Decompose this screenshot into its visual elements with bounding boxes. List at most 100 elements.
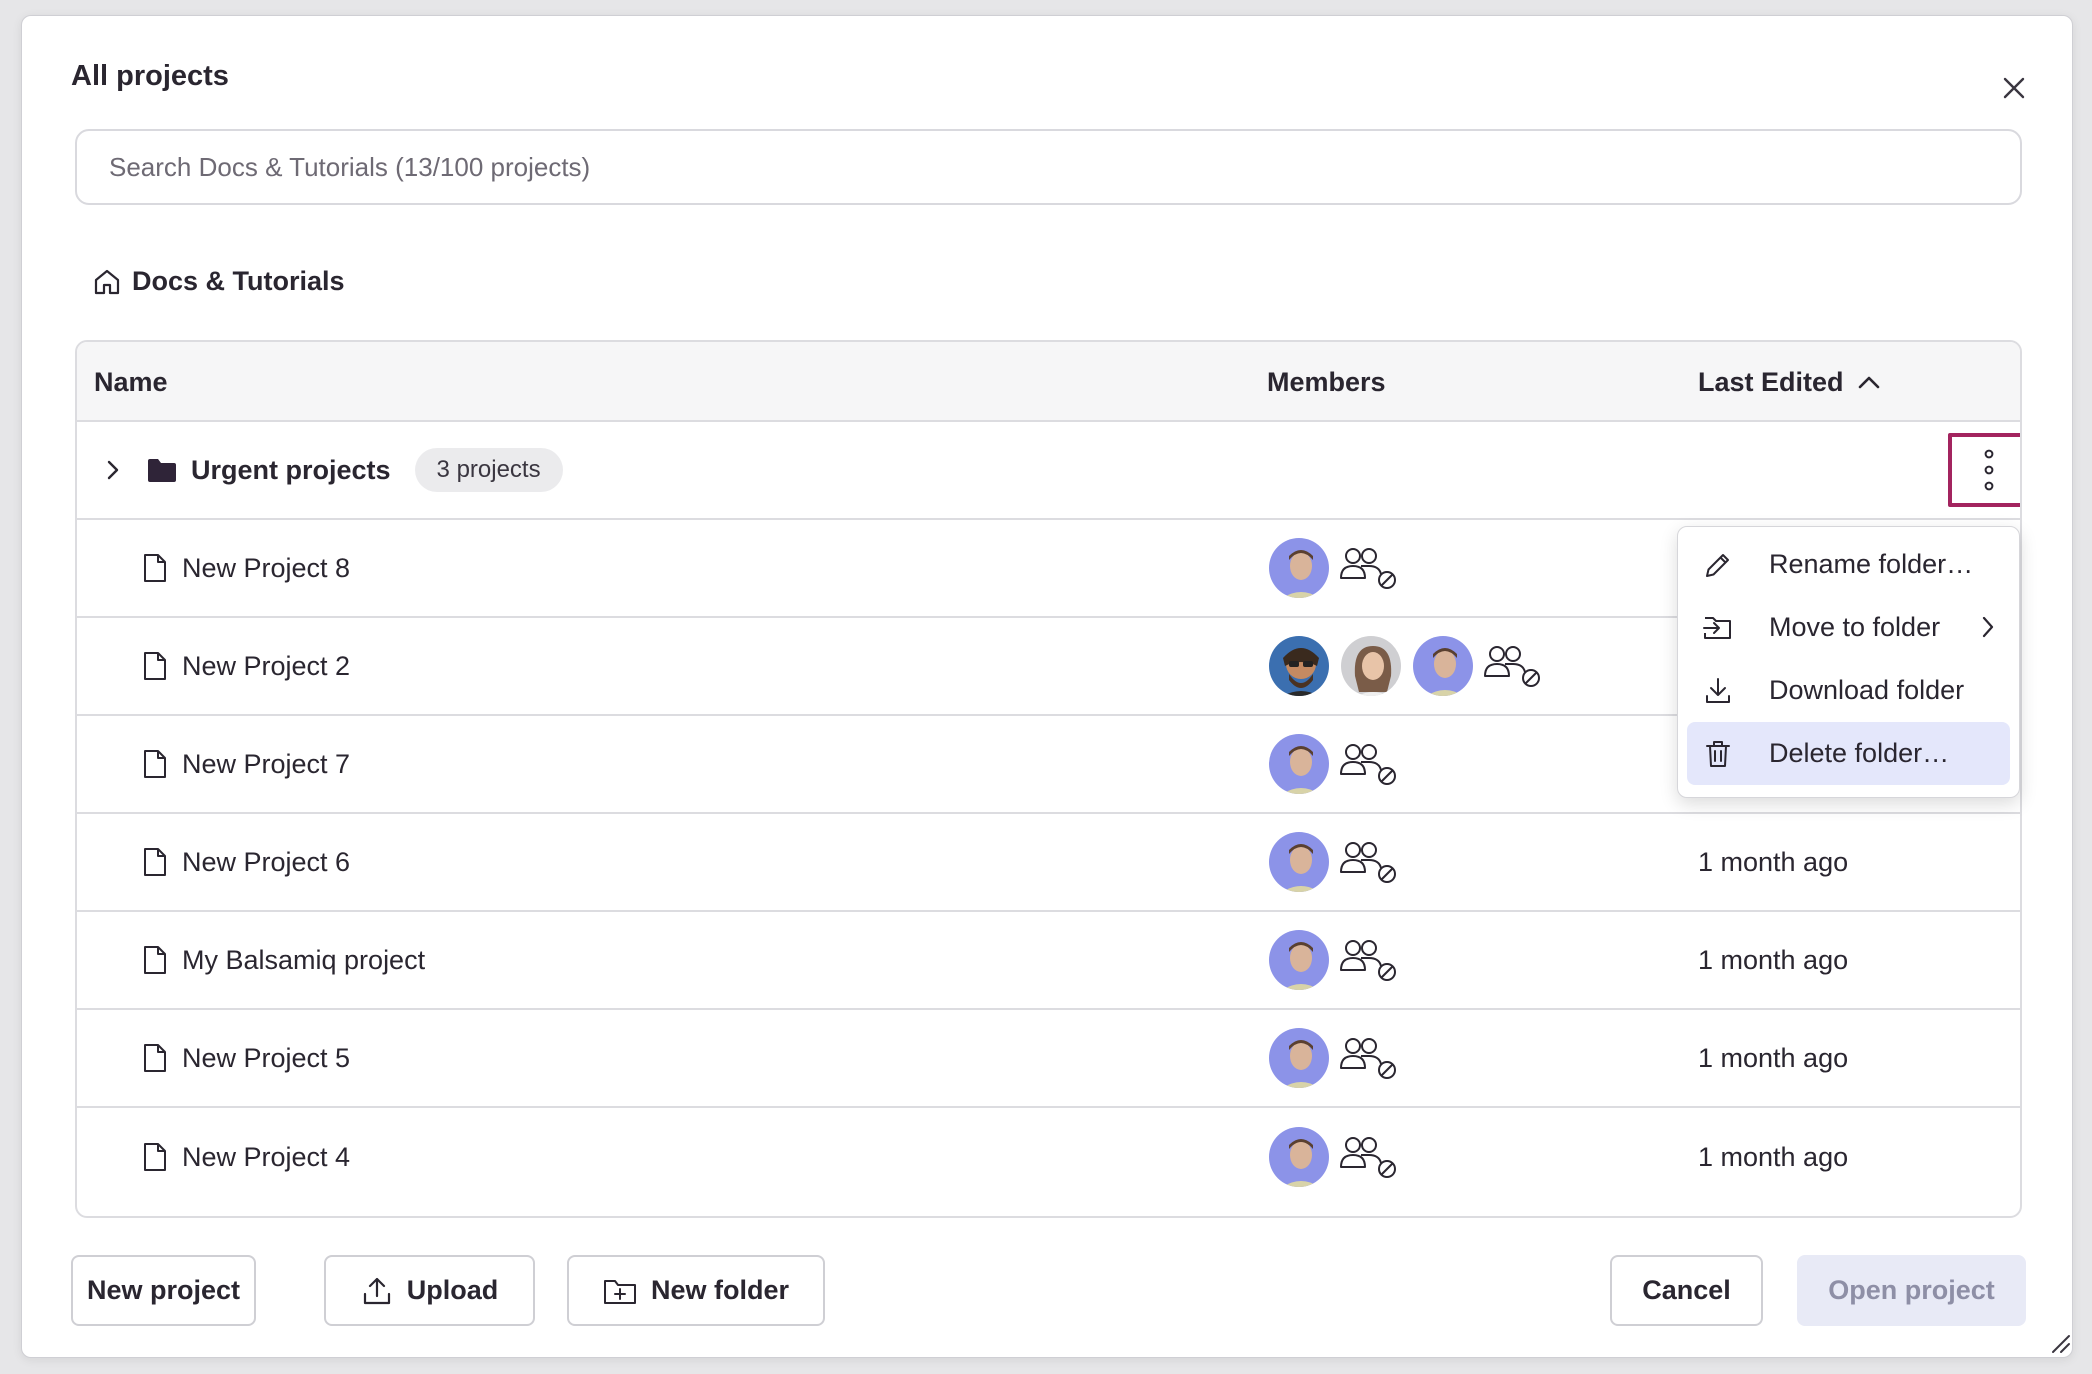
- menu-item-label: Delete folder…: [1769, 738, 1950, 768]
- project-name: New Project 6: [182, 846, 351, 877]
- menu-item-label: Move to folder: [1769, 612, 1941, 642]
- project-name-cell: New Project 4: [142, 1142, 350, 1173]
- file-icon: [144, 1143, 166, 1171]
- file-icon: [144, 554, 166, 582]
- avatar: [1267, 928, 1331, 992]
- members-cell: [1267, 1125, 1399, 1189]
- avatar: [1267, 830, 1331, 894]
- members-cell: [1267, 536, 1399, 600]
- trash-icon: [1706, 740, 1730, 767]
- avatar: [1267, 1125, 1331, 1189]
- project-name-cell: My Balsamiq project: [142, 945, 425, 976]
- file-icon: [144, 750, 166, 778]
- column-header-last-edited-label: Last Edited: [1698, 366, 1844, 397]
- project-name-cell: New Project 6: [142, 847, 350, 878]
- project-name: New Project 7: [182, 748, 351, 779]
- search-input[interactable]: [75, 129, 2022, 205]
- chevron-right-icon[interactable]: [103, 459, 123, 481]
- restricted-users-icon: [1340, 744, 1396, 785]
- restricted-users-icon: [1340, 940, 1396, 981]
- folder-context-menu: Rename folder… Move to folder Download f…: [1677, 526, 2020, 798]
- chevron-up-icon: [1858, 376, 1879, 389]
- project-count-badge: 3 projects: [414, 448, 563, 492]
- open-project-button[interactable]: Open project: [1797, 1255, 2026, 1326]
- cancel-label: Cancel: [1642, 1275, 1731, 1305]
- new-folder-label: New folder: [650, 1275, 790, 1305]
- avatar: [1267, 1026, 1331, 1090]
- upload-button[interactable]: Upload: [324, 1255, 535, 1326]
- column-header-last-edited[interactable]: Last Edited: [1698, 342, 1880, 422]
- last-edited-cell: 1 month ago: [1698, 1141, 1849, 1172]
- project-name: My Balsamiq project: [182, 944, 426, 975]
- restricted-users-icon: [1340, 548, 1396, 589]
- members-cell: [1267, 732, 1399, 796]
- menu-item-label: Rename folder…: [1769, 549, 1974, 579]
- folder-plus-icon: [603, 1279, 636, 1304]
- restricted-users-icon: [1340, 842, 1396, 883]
- new-project-button[interactable]: New project: [71, 1255, 256, 1326]
- pencil-icon: [1706, 553, 1729, 577]
- breadcrumb-label: Docs & Tutorials: [132, 266, 345, 296]
- cancel-button[interactable]: Cancel: [1610, 1255, 1763, 1326]
- dialog-title: All projects: [71, 60, 229, 92]
- restricted-users-icon: [1340, 1038, 1396, 1079]
- column-header-name[interactable]: Name: [94, 342, 168, 422]
- breadcrumb[interactable]: Docs & Tutorials: [92, 266, 345, 297]
- upload-label: Upload: [406, 1275, 499, 1305]
- file-icon: [144, 946, 166, 974]
- file-icon: [144, 848, 166, 876]
- folder-cell: Urgent projects 3 projects: [103, 448, 563, 492]
- folder-name: Urgent projects: [191, 454, 391, 485]
- home-icon: [94, 269, 120, 294]
- members-cell: [1267, 1026, 1399, 1090]
- file-icon: [144, 652, 166, 680]
- folder-options-button[interactable]: [1948, 433, 2020, 507]
- menu-item-delete-folder[interactable]: Delete folder…: [1687, 722, 2010, 785]
- table-header: Name Members Last Edited: [77, 342, 2020, 422]
- project-name: New Project 5: [182, 1042, 351, 1073]
- file-icon: [144, 1044, 166, 1072]
- menu-item-label: Download folder: [1769, 675, 1965, 705]
- menu-item-rename-folder[interactable]: Rename folder…: [1687, 533, 2010, 596]
- menu-item-download-folder[interactable]: Download folder: [1687, 659, 2010, 722]
- last-edited-cell: 1 month ago: [1698, 846, 1849, 877]
- new-folder-button[interactable]: New folder: [567, 1255, 825, 1326]
- members-cell: [1267, 830, 1399, 894]
- project-name-cell: New Project 7: [142, 749, 350, 780]
- project-name-cell: New Project 5: [142, 1043, 350, 1074]
- project-name: New Project 4: [182, 1141, 351, 1172]
- last-edited-cell: 1 month ago: [1698, 1042, 1849, 1073]
- avatar: [1411, 634, 1475, 698]
- project-name: New Project 8: [182, 552, 351, 583]
- avatar: [1267, 634, 1331, 698]
- folder-row-urgent-projects[interactable]: Urgent projects 3 projects: [77, 422, 2020, 520]
- download-icon: [1706, 677, 1730, 703]
- project-name: New Project 2: [182, 650, 351, 681]
- close-button[interactable]: [1992, 66, 2036, 110]
- chevron-right-icon: [1982, 616, 1994, 638]
- column-header-members: Members: [1267, 366, 1386, 397]
- new-project-label: New project: [86, 1275, 241, 1305]
- last-edited-cell: 1 month ago: [1698, 944, 1849, 975]
- close-icon: [2003, 77, 2025, 99]
- upload-icon: [363, 1277, 390, 1304]
- open-project-label: Open project: [1828, 1275, 1995, 1305]
- resize-grip-icon[interactable]: [2049, 1332, 2071, 1354]
- table-row[interactable]: New Project 5 1 month ago: [77, 1010, 2020, 1108]
- table-row[interactable]: New Project 4 1 month ago: [77, 1108, 2020, 1206]
- avatar: [1267, 536, 1331, 600]
- menu-item-move-to-folder[interactable]: Move to folder: [1687, 596, 2010, 659]
- members-cell: [1267, 928, 1399, 992]
- project-name-cell: New Project 2: [142, 651, 350, 682]
- table-row[interactable]: New Project 6 1 month ago: [77, 814, 2020, 912]
- restricted-users-icon: [1484, 646, 1540, 687]
- table-row[interactable]: My Balsamiq project 1 month ago: [77, 912, 2020, 1010]
- more-vertical-icon: [1984, 449, 1994, 491]
- members-cell: [1267, 634, 1543, 698]
- avatar: [1267, 732, 1331, 796]
- project-name-cell: New Project 8: [142, 553, 350, 584]
- all-projects-dialog: All projects Docs & Tutorials Name Membe…: [21, 15, 2073, 1358]
- avatar: [1339, 634, 1403, 698]
- folder-icon: [148, 459, 176, 482]
- move-folder-icon: [1703, 616, 1731, 639]
